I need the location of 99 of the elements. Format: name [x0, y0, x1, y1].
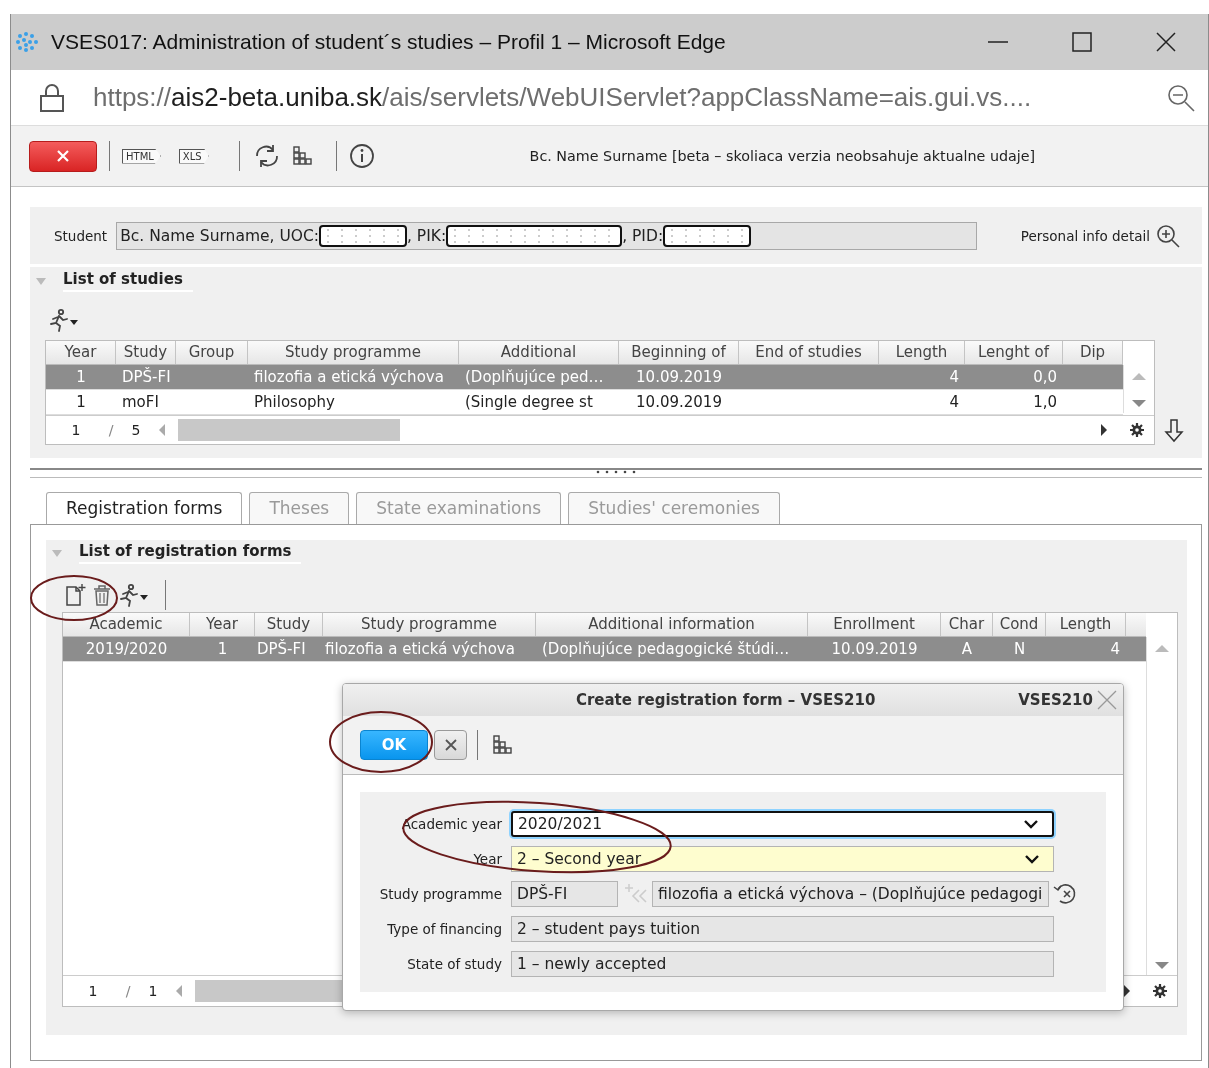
table-cell: Philosophy: [254, 393, 335, 411]
table-cell: DPŠ-FI: [122, 368, 171, 386]
table-cell: N: [1013, 640, 1026, 658]
input-field[interactable]: filozofia a etická výchova – (Doplňujúce pedagogi: [652, 880, 1049, 907]
dropdown[interactable]: 2020/2021: [511, 810, 1054, 837]
table-cell: moFI: [122, 393, 159, 411]
page-separator: /: [107, 422, 115, 438]
table-cell: 4: [1110, 640, 1120, 658]
chevron-down-icon: [1023, 818, 1039, 829]
page-count: 5: [130, 422, 142, 438]
app-icon: [15, 31, 39, 53]
field-label: State of study: [406, 955, 502, 972]
column-header[interactable]: Cond: [993, 613, 1046, 636]
section-title: List of studies: [63, 270, 193, 292]
input-field[interactable]: DPŠ-FI: [511, 880, 618, 907]
page-separator: /: [124, 983, 132, 999]
student-text: , PID:: [622, 226, 664, 245]
field-label: Student: [54, 227, 108, 244]
table-cell: 1: [217, 640, 228, 658]
student-text: Bc. Name Surname, UOC:: [120, 226, 319, 245]
column-header[interactable]: Length: [879, 341, 965, 364]
page-count: 1: [147, 983, 159, 999]
chevron-down-icon: [1024, 853, 1040, 864]
close-icon: [443, 738, 458, 752]
column-header[interactable]: Study programme: [323, 613, 536, 636]
section-title: List of registration forms: [79, 542, 302, 564]
export-button[interactable]: HTML: [122, 148, 161, 164]
column-header[interactable]: Beginning of: [619, 341, 739, 364]
download-icon[interactable]: [1163, 418, 1185, 443]
maximize-icon[interactable]: [1071, 31, 1093, 53]
close-button[interactable]: [29, 140, 97, 172]
table-cell: 10.09.2019: [636, 368, 722, 386]
lock-icon: [39, 82, 65, 113]
table-cell: filozofia a etická výchova: [254, 368, 444, 386]
table-cell: 2019/2020: [85, 640, 168, 658]
field-label: Study programme: [378, 885, 502, 902]
export-button[interactable]: XLS: [178, 148, 209, 164]
table-cell: 4: [949, 368, 959, 386]
column-header[interactable]: End of studies: [739, 341, 879, 364]
column-header[interactable]: Year: [190, 613, 255, 636]
page-number[interactable]: 1: [46, 422, 106, 438]
window-title: VSES017: Administration of student´s studies – Profil 1 – Microsoft Edge: [51, 30, 726, 54]
column-header[interactable]: Study: [255, 613, 323, 636]
hierarchy-icon[interactable]: [492, 734, 514, 756]
column-header[interactable]: Dip: [1063, 341, 1123, 364]
info-icon[interactable]: [348, 143, 375, 169]
column-header[interactable]: Length: [1046, 613, 1126, 636]
status-text: Bc. Name Surname [beta – skoliaca verzia neobsahuje aktualne udaje]: [529, 148, 1036, 164]
table-cell: 4: [949, 393, 959, 411]
dialog-title: Create registration form – VSES210: [574, 691, 876, 709]
column-header[interactable]: Academic: [63, 613, 190, 636]
table-cell: (Doplňujúce pedagogické štúdi…: [542, 640, 790, 658]
table-cell: (Single degree st: [465, 393, 593, 411]
run-icon[interactable]: [47, 308, 79, 332]
zoom-in-icon[interactable]: [1156, 223, 1180, 248]
page-number[interactable]: 1: [63, 983, 123, 999]
table-cell: A: [961, 640, 973, 658]
splitter-handle[interactable]: [594, 469, 638, 475]
settings-icon[interactable]: [1153, 984, 1167, 998]
dialog-code: VSES210: [1018, 691, 1093, 709]
column-header[interactable]: Lenght of: [965, 341, 1063, 364]
column-header[interactable]: Char: [941, 613, 993, 636]
column-header[interactable]: Study: [116, 341, 176, 364]
zoom-out-icon[interactable]: [1166, 82, 1196, 113]
table-cell: 1: [76, 393, 86, 411]
table-cell: 10.09.2019: [831, 640, 918, 658]
close-icon[interactable]: [1155, 31, 1177, 53]
column-header[interactable]: Year: [46, 341, 116, 364]
run-icon[interactable]: [117, 583, 149, 607]
table-cell: (Doplňujúce ped…: [465, 368, 604, 386]
trash-icon[interactable]: [91, 583, 113, 607]
column-header[interactable]: Additional: [459, 341, 619, 364]
url-text[interactable]: https://ais2-beta.uniba.sk/ais/servlets/WebUIServlet?appClassName=ais.gui.vs....: [93, 82, 1032, 113]
column-header[interactable]: Enrollment: [808, 613, 941, 636]
tab[interactable]: Registration forms: [46, 492, 243, 524]
dropdown[interactable]: 2 – Second year: [511, 845, 1054, 872]
scroll-right-icon[interactable]: [1098, 422, 1110, 438]
student-text: , PIK:: [407, 226, 447, 245]
table-cell: 1: [76, 368, 86, 386]
table-cell: filozofia a etická výchova: [325, 640, 515, 658]
scroll-right-icon[interactable]: [1121, 983, 1133, 999]
table-cell: DPŠ-FI: [257, 640, 306, 658]
table-cell: 1,0: [1033, 393, 1057, 411]
column-header[interactable]: Additional information: [536, 613, 808, 636]
close-icon: [56, 149, 70, 163]
scrollbar-thumb[interactable]: [178, 419, 400, 441]
column-header[interactable]: Group: [176, 341, 248, 364]
input-field[interactable]: 1 – newly accepted: [511, 950, 1054, 977]
field-label: Year: [472, 850, 502, 867]
column-header[interactable]: Study programme: [248, 341, 459, 364]
personal-info-link[interactable]: Personal info detail: [1020, 227, 1150, 244]
cancel-button[interactable]: [434, 730, 467, 760]
hierarchy-icon[interactable]: [291, 145, 314, 167]
table-cell: 0,0: [1033, 368, 1057, 386]
input-field[interactable]: 2 – student pays tuition: [511, 915, 1054, 942]
settings-icon[interactable]: [1130, 423, 1144, 437]
field-label: Type of financing: [386, 920, 502, 937]
new-document-icon[interactable]: [63, 583, 87, 607]
table-cell: 10.09.2019: [636, 393, 722, 411]
